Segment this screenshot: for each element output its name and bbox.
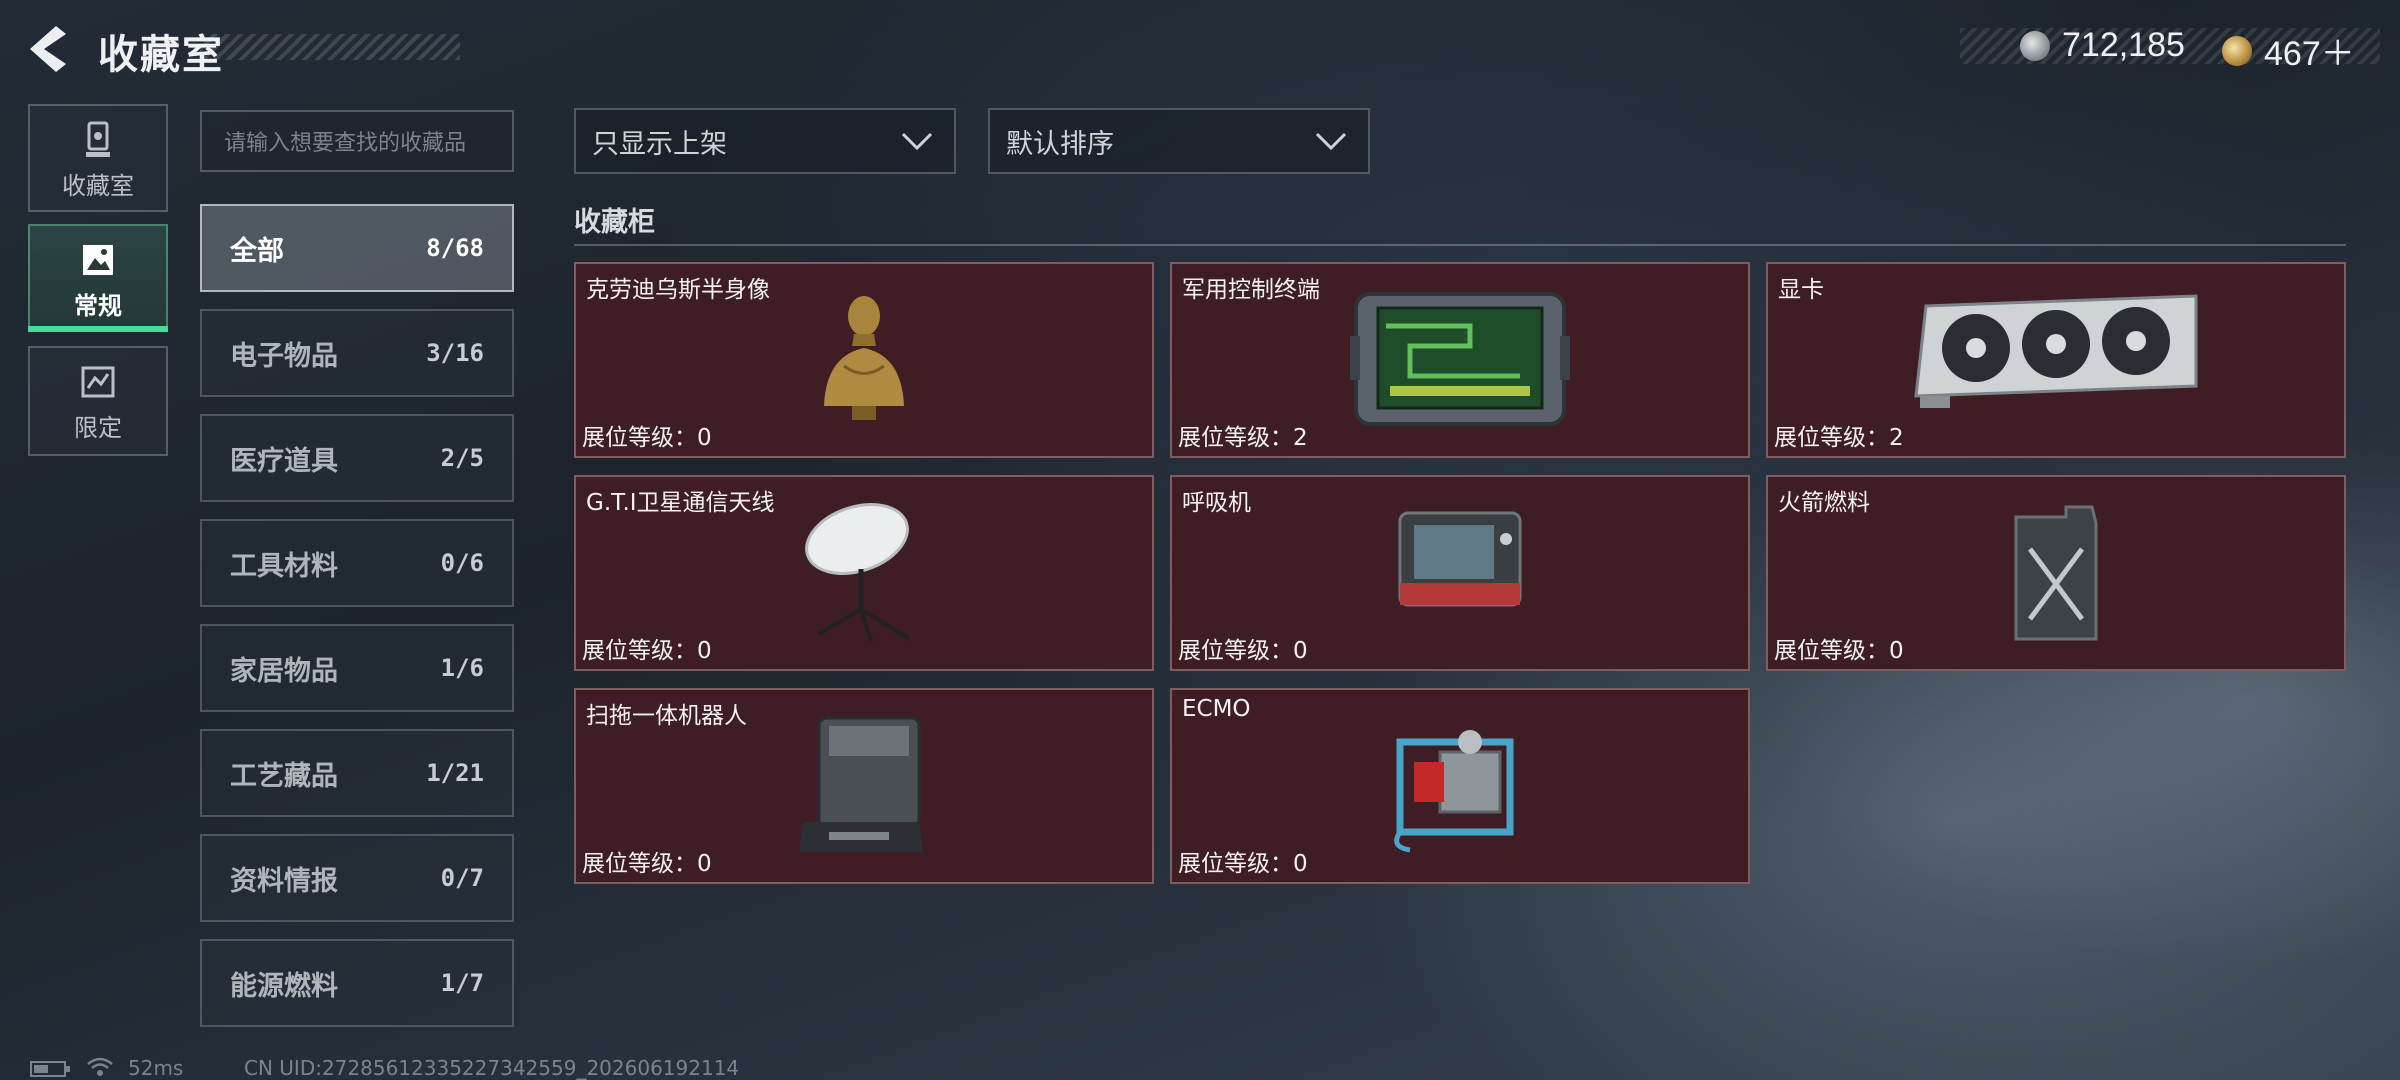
gold-coin-icon bbox=[2222, 35, 2252, 66]
category-medical[interactable]: 医疗道具 2/5 bbox=[200, 414, 514, 502]
item-card[interactable]: 显卡 展位等级：2 bbox=[1766, 262, 2346, 458]
nav-regular[interactable]: 常规 bbox=[28, 224, 168, 332]
category-name: 工具材料 bbox=[230, 550, 338, 582]
category-count: 0/7 bbox=[440, 864, 484, 892]
chevron-down-icon bbox=[901, 132, 933, 151]
category-name: 能源燃料 bbox=[230, 970, 338, 1002]
title-decoration bbox=[200, 34, 460, 60]
item-name: 克劳迪乌斯半身像 bbox=[586, 277, 770, 303]
nav-regular-label: 常规 bbox=[74, 292, 122, 320]
item-level: 展位等级：2 bbox=[1774, 425, 1904, 451]
category-electronics[interactable]: 电子物品 3/16 bbox=[200, 309, 514, 397]
ecmo-icon bbox=[1394, 730, 1514, 853]
item-name: 呼吸机 bbox=[1182, 490, 1251, 516]
display-filter-dropdown[interactable]: 只显示上架 bbox=[574, 108, 956, 174]
item-level: 展位等级：0 bbox=[582, 851, 712, 877]
uid-text: CN UID:27285612335227342559_202606192114 bbox=[244, 1056, 740, 1080]
satellite-dish-icon bbox=[805, 503, 911, 642]
search-input[interactable]: 请输入想要查找的收藏品 bbox=[200, 110, 514, 172]
category-name: 工艺藏品 bbox=[230, 760, 338, 792]
sort-value: 默认排序 bbox=[1006, 128, 1114, 160]
trophy-icon bbox=[86, 121, 110, 157]
category-name: 全部 bbox=[230, 235, 284, 267]
silver-coin-icon bbox=[2020, 30, 2050, 61]
item-card[interactable]: 呼吸机 展位等级：0 bbox=[1170, 475, 1750, 671]
item-card[interactable]: G.T.I卫星通信天线 展位等级：0 bbox=[574, 475, 1154, 671]
category-household[interactable]: 家居物品 1/6 bbox=[200, 624, 514, 712]
category-count: 1/21 bbox=[426, 759, 484, 787]
bust-icon bbox=[824, 296, 904, 420]
category-count: 3/16 bbox=[426, 339, 484, 367]
nav-collection-room[interactable]: 收藏室 bbox=[28, 104, 168, 212]
item-card[interactable]: 克劳迪乌斯半身像 展位等级：0 bbox=[574, 262, 1154, 458]
category-name: 家居物品 bbox=[230, 655, 338, 687]
wifi-icon bbox=[87, 1057, 113, 1076]
ventilator-icon bbox=[1398, 511, 1522, 607]
gpu-icon bbox=[1914, 294, 2198, 408]
search-placeholder: 请输入想要查找的收藏品 bbox=[224, 131, 467, 156]
item-level: 展位等级：0 bbox=[1774, 638, 1904, 664]
item-level: 展位等级：2 bbox=[1178, 425, 1308, 451]
chevron-down-icon bbox=[1315, 132, 1347, 151]
item-name: 火箭燃料 bbox=[1778, 490, 1870, 516]
category-name: 电子物品 bbox=[230, 340, 338, 372]
sort-dropdown[interactable]: 默认排序 bbox=[988, 108, 1370, 174]
fuel-can-icon bbox=[2014, 505, 2098, 641]
category-crafts[interactable]: 工艺藏品 1/21 bbox=[200, 729, 514, 817]
item-level: 展位等级：0 bbox=[582, 425, 712, 451]
item-card[interactable]: 军用控制终端 展位等级：2 bbox=[1170, 262, 1750, 458]
item-name: 扫拖一体机器人 bbox=[586, 703, 747, 729]
category-count: 1/6 bbox=[440, 654, 484, 682]
category-count: 8/68 bbox=[426, 234, 484, 262]
currency-gold-value: 467＋ bbox=[2264, 35, 2355, 73]
item-name: 显卡 bbox=[1778, 277, 1824, 303]
category-name: 资料情报 bbox=[230, 865, 338, 897]
category-all[interactable]: 全部 8/68 bbox=[200, 204, 514, 292]
robot-vacuum-icon bbox=[799, 716, 923, 852]
battery-icon bbox=[30, 1061, 70, 1077]
category-energy[interactable]: 能源燃料 1/7 bbox=[200, 939, 514, 1027]
item-card[interactable]: 火箭燃料 展位等级：0 bbox=[1766, 475, 2346, 671]
category-name: 医疗道具 bbox=[230, 445, 338, 477]
nav-collection-room-label: 收藏室 bbox=[62, 172, 134, 200]
item-level: 展位等级：0 bbox=[1178, 851, 1308, 877]
ping-text: 52ms bbox=[128, 1056, 184, 1080]
currency-gold[interactable]: 467＋ bbox=[2222, 26, 2355, 75]
currency-silver-value: 712,185 bbox=[2062, 26, 2185, 64]
item-card[interactable]: ECMO 展位等级：0 bbox=[1170, 688, 1750, 884]
limited-icon bbox=[81, 366, 115, 398]
category-count: 2/5 bbox=[440, 444, 484, 472]
category-count: 0/6 bbox=[440, 549, 484, 577]
section-divider bbox=[574, 244, 2346, 246]
item-name: 军用控制终端 bbox=[1182, 277, 1320, 303]
item-card[interactable]: 扫拖一体机器人 展位等级：0 bbox=[574, 688, 1154, 884]
item-level: 展位等级：0 bbox=[1178, 638, 1308, 664]
nav-limited-label: 限定 bbox=[74, 414, 122, 442]
category-tools[interactable]: 工具材料 0/6 bbox=[200, 519, 514, 607]
category-intel[interactable]: 资料情报 0/7 bbox=[200, 834, 514, 922]
item-name: ECMO bbox=[1182, 696, 1251, 722]
category-count: 1/7 bbox=[440, 969, 484, 997]
currency-silver: 712,185 bbox=[2020, 26, 2185, 65]
nav-limited[interactable]: 限定 bbox=[28, 346, 168, 456]
back-arrow-icon[interactable] bbox=[26, 24, 70, 74]
item-name: G.T.I卫星通信天线 bbox=[586, 490, 775, 516]
picture-icon bbox=[83, 245, 113, 275]
section-title: 收藏柜 bbox=[574, 207, 655, 238]
item-level: 展位等级：0 bbox=[582, 638, 712, 664]
terminal-icon bbox=[1350, 292, 1570, 426]
display-filter-value: 只显示上架 bbox=[592, 128, 727, 160]
